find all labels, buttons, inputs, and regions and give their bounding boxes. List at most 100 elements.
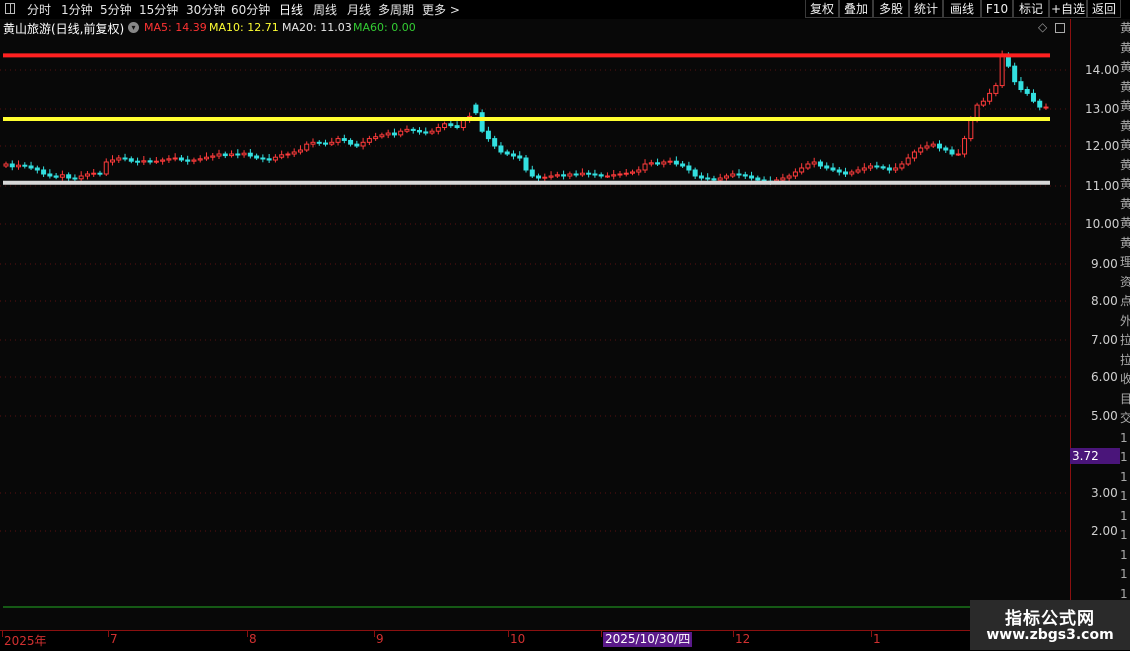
candle-down [686, 165, 692, 171]
period-tab-2[interactable]: 5分钟 [100, 1, 132, 18]
side-panel-glyph: 收 [1120, 372, 1130, 386]
candle-down [830, 167, 836, 171]
side-panel-glyph: 拉 [1120, 333, 1130, 347]
panel-toggle-icon[interactable] [1055, 23, 1065, 33]
side-panel-glyph: 黄 [1120, 138, 1130, 152]
candle-down [705, 177, 711, 180]
candle-up [955, 153, 961, 156]
candle-down [454, 125, 460, 129]
period-tab-7[interactable]: 周线 [313, 1, 337, 18]
period-tab-4[interactable]: 30分钟 [186, 1, 225, 18]
kline-chart[interactable] [0, 37, 1070, 630]
side-panel-glyph: 1 [1120, 567, 1128, 581]
side-panel-glyph: 交 [1120, 411, 1130, 425]
y-tick-label: 9.00 [1091, 257, 1118, 271]
candle-up [1043, 106, 1049, 109]
toolbar-button-1[interactable]: 叠加 [839, 0, 873, 18]
candle-down [504, 151, 510, 155]
candle-down [673, 160, 679, 165]
x-tick-label: 8 [249, 632, 257, 646]
x-tick-mark [601, 631, 602, 637]
toolbar-button-4[interactable]: 画线 [943, 0, 981, 18]
candle-up [366, 138, 372, 143]
period-tab-1[interactable]: 1分钟 [61, 1, 93, 18]
candle-down [97, 172, 103, 175]
toolbar-button-0[interactable]: 复权 [805, 0, 839, 18]
toolbar-button-6[interactable]: 标记 [1013, 0, 1049, 18]
x-tick-label: 12 [735, 632, 751, 646]
toolbar-button-8[interactable]: 返回 [1087, 0, 1121, 18]
candle-up [103, 161, 109, 175]
period-tab-9[interactable]: 多周期 [378, 1, 414, 18]
candle-up [241, 152, 247, 156]
candle-up [548, 175, 554, 178]
candle-up [642, 163, 648, 171]
period-tab-0[interactable]: 分时 [27, 1, 51, 18]
candle-up [805, 163, 811, 169]
candle-up [667, 160, 673, 163]
candle-down [573, 173, 579, 176]
side-panel-glyph: 黄 [1120, 21, 1130, 35]
candle-up [141, 160, 147, 163]
period-tab-8[interactable]: 月线 [347, 1, 371, 18]
period-tab-6[interactable]: 日线 [279, 1, 303, 18]
ma10-value: MA10: 12.71 [209, 21, 279, 34]
candle-down [680, 163, 686, 167]
candle-up [861, 167, 867, 171]
candle-down [260, 157, 266, 160]
candle-up [110, 159, 116, 163]
candle-down [53, 175, 59, 178]
candle-up [172, 157, 178, 160]
period-tab-10[interactable]: 更多 > [422, 1, 460, 18]
candle-down [341, 138, 347, 141]
price-axis: 14.00 13.00 12.00 11.00 10.00 9.00 8.00 7.00 6.0… [1070, 19, 1121, 630]
toolbar-button-5[interactable]: F10 [981, 0, 1013, 18]
candle-up [379, 134, 385, 138]
side-panel-glyph: 黄 [1120, 60, 1130, 74]
candle-up [661, 161, 667, 165]
candle-up [153, 160, 159, 163]
y-tick-label: 6.00 [1091, 370, 1118, 384]
toolbar-button-2[interactable]: 多股 [873, 0, 909, 18]
candle-up [968, 119, 974, 140]
period-tab-5[interactable]: 60分钟 [231, 1, 270, 18]
candle-up [59, 174, 65, 178]
side-panel-glyph: 黄 [1120, 118, 1130, 133]
side-panel-glyph: 1 [1120, 469, 1128, 484]
candle-up [636, 169, 642, 173]
candle-up [373, 136, 379, 140]
candle-down [28, 165, 34, 169]
candle-up [304, 143, 310, 151]
candle-down [41, 169, 47, 175]
candle-down [423, 131, 429, 134]
diamond-icon[interactable]: ◇ [1038, 20, 1047, 34]
y-tick-label: 5.00 [1091, 409, 1118, 423]
x-tick-mark [2, 631, 3, 637]
side-panel-glyph: 黄 [1120, 196, 1130, 211]
candle-up [404, 128, 410, 132]
dropdown-circle-icon[interactable]: ▾ [128, 22, 139, 33]
candle-down [185, 159, 191, 162]
candle-down [1037, 100, 1043, 108]
candle-down [354, 143, 360, 147]
candle-down [266, 158, 272, 161]
candle-up [899, 163, 905, 169]
side-panel-glyph: 拉 [1120, 352, 1130, 367]
candle-up [893, 167, 899, 171]
candle-up [429, 130, 435, 134]
y-tick-label: 12.00 [1085, 139, 1120, 153]
candle-up [78, 175, 84, 180]
x-tick-mark [374, 631, 375, 637]
side-panel-glyph: 外 [1120, 313, 1130, 328]
candle-down [749, 175, 755, 179]
period-tab-3[interactable]: 15分钟 [139, 1, 178, 18]
toolbar-button-3[interactable]: 统计 [909, 0, 943, 18]
toolbar-button-7[interactable]: +自选 [1049, 0, 1087, 18]
side-panel-glyph: 黄 [1120, 79, 1130, 94]
candle-up [279, 154, 285, 158]
x-tick-mark [108, 631, 109, 637]
side-panel-glyph: 黄 [1120, 99, 1130, 113]
candle-up [203, 156, 209, 160]
window-layout-icon[interactable] [5, 3, 15, 14]
candle-up [542, 176, 548, 179]
